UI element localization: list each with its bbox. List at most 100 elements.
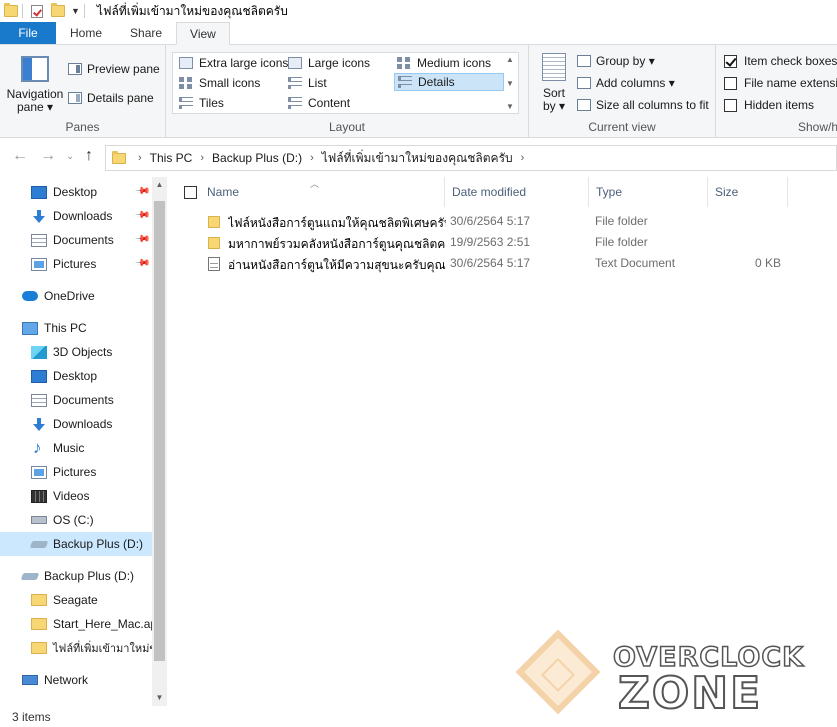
breadcrumb-backup-plus[interactable]: Backup Plus (D:) [212, 151, 302, 165]
layout-small-icons[interactable]: Small icons [176, 74, 263, 92]
chevron-up-icon[interactable]: ▲ [506, 55, 514, 64]
tree-item-start-here-mac[interactable]: Start_Here_Mac.app [0, 613, 152, 635]
scroll-down-arrow-icon[interactable]: ▼ [152, 693, 167, 702]
breadcrumb-current-folder[interactable]: ไฟล์ที่เพิ่มเข้ามาใหม่ของคุณชลิตครับ [322, 149, 513, 168]
hidden-items-toggle[interactable]: Hidden items [724, 98, 814, 112]
tree-item-documents-quick[interactable]: Documents 📌 [0, 229, 152, 251]
details-pane-button[interactable]: Details pane [68, 91, 154, 105]
tab-file[interactable]: File [0, 22, 56, 44]
recent-locations-chevron-down-icon[interactable]: ⌄ [66, 151, 74, 162]
tree-item-pictures[interactable]: Pictures [0, 461, 152, 483]
tree-item-backup-plus[interactable]: Backup Plus (D:) [0, 565, 152, 587]
column-header-date-modified[interactable]: Date modified [445, 177, 589, 207]
tree-item-backup-plus-selected[interactable]: Backup Plus (D:) [0, 532, 152, 556]
group-by-button[interactable]: Group by ▾ [577, 54, 655, 68]
column-header-size[interactable]: Size [708, 177, 788, 207]
music-icon [31, 438, 47, 458]
layout-gallery-scroller[interactable]: ▲ ▼ ▼ [503, 53, 517, 113]
customize-quick-access-chevron-down-icon[interactable]: ▼ [71, 6, 80, 16]
tree-item-label: Desktop [53, 369, 98, 383]
tree-item-seagate[interactable]: Seagate [0, 589, 152, 611]
content-icon [288, 97, 302, 109]
address-bar[interactable]: › This PC › Backup Plus (D:) › ไฟล์ที่เพ… [105, 145, 837, 171]
breadcrumb-chevron-icon[interactable]: › [310, 152, 314, 164]
external-drive-icon [20, 572, 40, 580]
file-row[interactable]: อ่านหนังสือการ์ตูนให้มีความสุขนะครับคุณช… [200, 253, 837, 274]
layout-content[interactable]: Content [285, 94, 353, 112]
tree-item-videos[interactable]: Videos [0, 485, 152, 507]
layout-large-icons[interactable]: Large icons [285, 54, 373, 72]
tree-item-3d-objects[interactable]: 3D Objects [0, 341, 152, 363]
tree-item-label: Documents [53, 233, 114, 247]
scroll-up-arrow-icon[interactable]: ▲ [152, 180, 167, 189]
tree-item-documents[interactable]: Documents [0, 389, 152, 411]
tree-item-network[interactable]: Network [0, 669, 152, 691]
list-icon [288, 77, 302, 89]
current-view-group: Sort by ▾ Group by ▾ Add columns ▾ Size … [529, 45, 716, 138]
tab-home[interactable]: Home [56, 22, 116, 44]
pin-icon[interactable]: 📌 [133, 231, 150, 248]
layout-medium-icons[interactable]: Medium icons [394, 54, 494, 72]
item-check-boxes-label: Item check boxes [744, 54, 837, 68]
group-by-icon [577, 55, 591, 67]
breadcrumb-chevron-icon[interactable]: › [200, 152, 204, 164]
up-arrow-icon[interactable]: ↑ [85, 147, 93, 165]
sort-by-label-2: by ▾ [542, 99, 566, 113]
item-check-boxes-checkbox[interactable] [724, 54, 737, 68]
scrollbar-thumb[interactable] [154, 201, 165, 661]
tree-item-this-pc[interactable]: This PC [0, 317, 152, 339]
file-type: Text Document [595, 256, 676, 270]
file-date-modified: 30/6/2564 5:17 [450, 214, 531, 228]
layout-item-label: Details [418, 75, 455, 89]
size-all-columns-button[interactable]: Size all columns to fit [577, 98, 709, 112]
more-icon[interactable]: ▼ [506, 102, 514, 111]
column-header-name[interactable]: Name [200, 177, 445, 207]
layout-tiles[interactable]: Tiles [176, 94, 227, 112]
small-icons-icon [179, 77, 193, 89]
add-columns-button[interactable]: Add columns ▾ [577, 76, 675, 90]
hidden-items-checkbox[interactable] [724, 98, 737, 112]
forward-arrow-icon[interactable]: → [40, 147, 56, 165]
tree-item-os-c[interactable]: OS (C:) [0, 509, 152, 531]
tree-item-desktop[interactable]: Desktop [0, 365, 152, 387]
select-all-checkbox[interactable] [184, 186, 197, 199]
tree-item-desktop-quick[interactable]: Desktop 📌 [0, 181, 152, 203]
file-name-extensions-checkbox[interactable] [724, 76, 737, 90]
properties-check-icon[interactable] [31, 4, 43, 18]
navigation-pane-button[interactable]: Navigation pane ▾ [6, 53, 64, 114]
column-header-type[interactable]: Type [589, 177, 708, 207]
file-row[interactable]: ไฟล์หนังสือการ์ตูนแถมให้คุณชลิตพิเศษครับ… [200, 211, 837, 232]
breadcrumb-chevron-icon[interactable]: › [521, 152, 525, 164]
tree-item-onedrive[interactable]: OneDrive [0, 285, 152, 307]
medium-icons-icon [397, 57, 411, 69]
file-type: File folder [595, 235, 648, 249]
file-name-extensions-toggle[interactable]: File name extensions [724, 76, 837, 90]
desktop-icon [31, 369, 47, 383]
chevron-down-icon[interactable]: ▼ [506, 79, 514, 88]
tree-item-new-files-folder[interactable]: ไฟล์ที่เพิ่มเข้ามาใหม่ของคุณชลิตครับ [0, 637, 152, 659]
pin-icon[interactable]: 📌 [133, 255, 150, 272]
preview-pane-button[interactable]: Preview pane [68, 62, 160, 76]
ribbon-tabs: File Home Share View [0, 22, 837, 45]
layout-item-label: Extra large icons [199, 56, 289, 70]
tree-item-music[interactable]: Music [0, 437, 152, 459]
nav-scrollbar[interactable]: ▲ ▼ [152, 177, 167, 706]
layout-extra-large-icons[interactable]: Extra large icons [176, 54, 291, 72]
tree-item-downloads[interactable]: Downloads [0, 413, 152, 435]
layout-list[interactable]: List [285, 74, 330, 92]
tree-item-downloads-quick[interactable]: Downloads 📌 [0, 205, 152, 227]
pin-icon[interactable]: 📌 [133, 183, 150, 200]
sort-by-button[interactable]: Sort by ▾ [537, 53, 571, 113]
layout-details[interactable]: Details [394, 73, 504, 91]
file-row[interactable]: มหากาพย์รวมคลังหนังสือการ์ตูนคุณชลิตครับ… [200, 232, 837, 253]
pin-icon[interactable]: 📌 [133, 207, 150, 224]
breadcrumb-chevron-icon[interactable]: › [138, 152, 142, 164]
breadcrumb-this-pc[interactable]: This PC [150, 151, 193, 165]
tab-share[interactable]: Share [116, 22, 176, 44]
back-arrow-icon[interactable]: ← [12, 147, 28, 165]
layout-group-label: Layout [328, 120, 366, 134]
new-folder-icon[interactable] [51, 3, 65, 17]
item-check-boxes-toggle[interactable]: Item check boxes [724, 54, 837, 68]
tab-view[interactable]: View [176, 22, 230, 45]
tree-item-pictures-quick[interactable]: Pictures 📌 [0, 253, 152, 275]
